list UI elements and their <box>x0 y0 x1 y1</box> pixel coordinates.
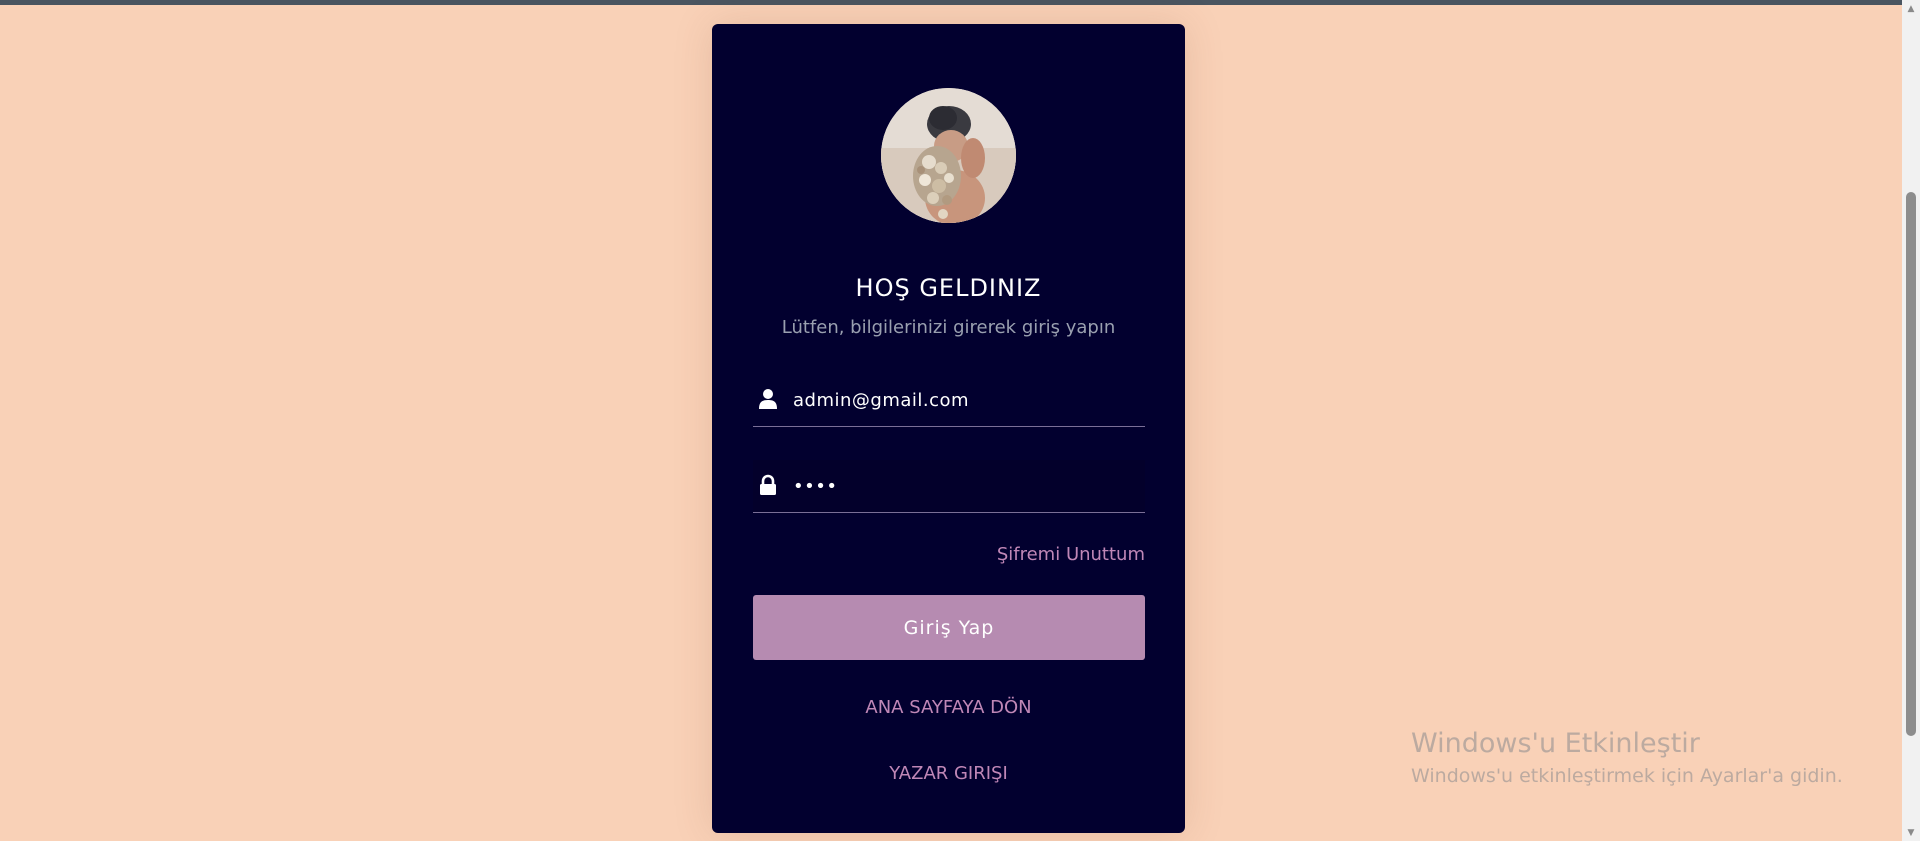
watermark-title: Windows'u Etkinleştir <box>1411 728 1700 759</box>
scroll-thumb[interactable] <box>1906 192 1916 736</box>
browser-top-edge <box>0 0 1902 5</box>
vertical-scrollbar[interactable]: ▲ ▼ <box>1902 0 1920 841</box>
author-login-link[interactable]: YAZAR GIRIŞI <box>712 763 1185 784</box>
user-icon <box>758 388 778 410</box>
email-field[interactable] <box>793 374 1133 426</box>
avatar <box>881 88 1016 223</box>
page-title: HOŞ GELDINIZ <box>855 274 1042 302</box>
email-field-group <box>753 374 1145 427</box>
login-button[interactable]: Giriş Yap <box>753 595 1145 660</box>
profile-photo-icon <box>881 88 1016 223</box>
home-link[interactable]: ANA SAYFAYA DÖN <box>712 697 1185 718</box>
forgot-password-link[interactable]: Şifremi Unuttum <box>997 544 1145 565</box>
lock-icon <box>758 474 778 496</box>
password-field[interactable] <box>793 460 1133 512</box>
watermark-subtitle: Windows'u etkinleştirmek için Ayarlar'a … <box>1411 765 1843 787</box>
password-field-group <box>753 460 1145 513</box>
scroll-up-icon[interactable]: ▲ <box>1902 0 1920 17</box>
page-subtitle: Lütfen, bilgilerinizi girerek giriş yapı… <box>781 317 1116 338</box>
scroll-down-icon[interactable]: ▼ <box>1902 824 1920 841</box>
login-card: HOŞ GELDINIZ Lütfen, bilgilerinizi girer… <box>712 24 1185 833</box>
windows-activation-watermark: Windows'u Etkinleştir Windows'u etkinleş… <box>1411 728 1843 787</box>
